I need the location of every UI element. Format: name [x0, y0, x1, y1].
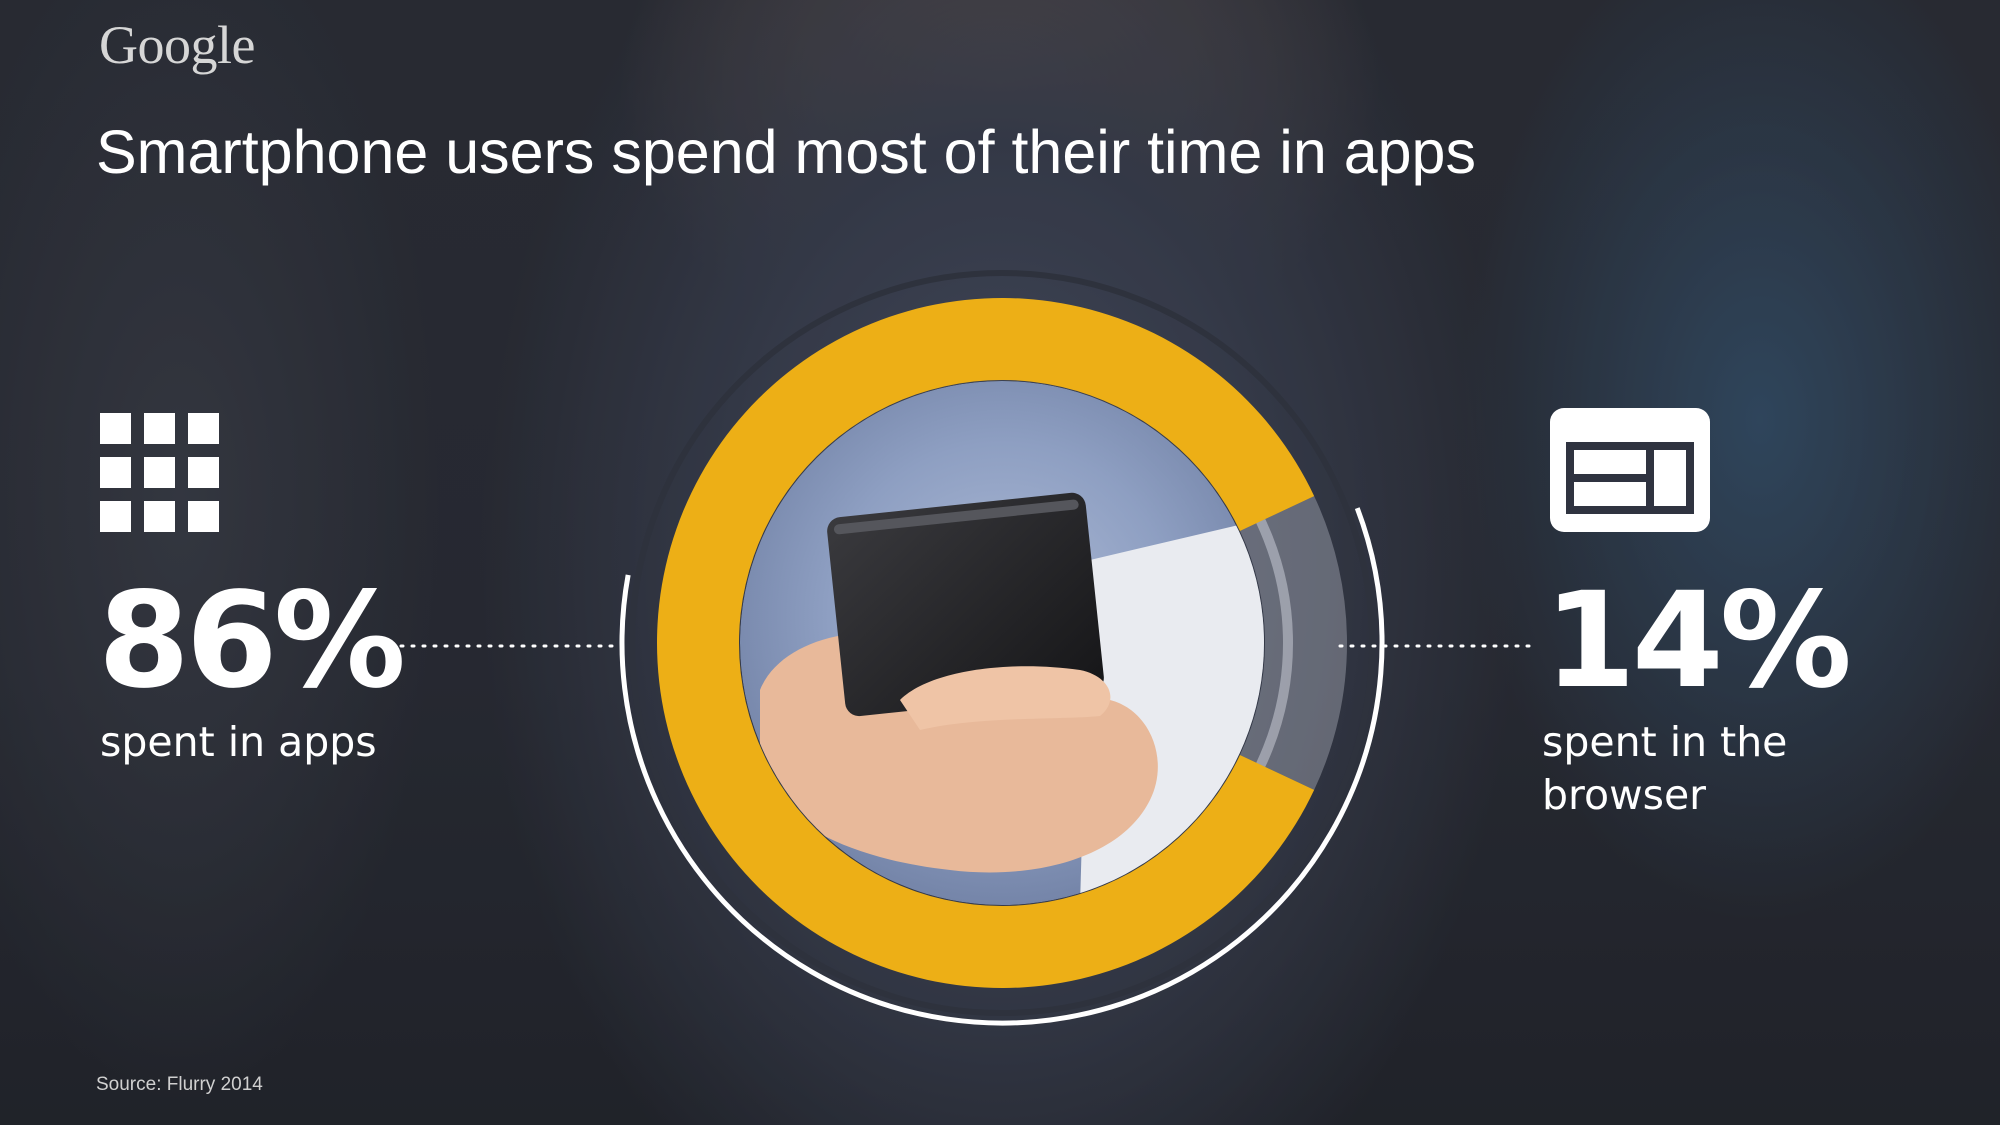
browser-caption: spent in the browser: [1542, 718, 1788, 819]
apps-percentage: 86%: [98, 564, 406, 718]
donut-chart: [388, 260, 1532, 1026]
browser-percentage: 14%: [1544, 564, 1852, 718]
apps-grid-icon: [100, 413, 220, 533]
browser-window-icon: [1550, 408, 1710, 532]
apps-caption: spent in apps: [100, 718, 377, 766]
source-note: Source: Flurry 2014: [96, 1074, 263, 1095]
slide: Google Smartphone users spend most of th…: [0, 0, 2000, 1125]
